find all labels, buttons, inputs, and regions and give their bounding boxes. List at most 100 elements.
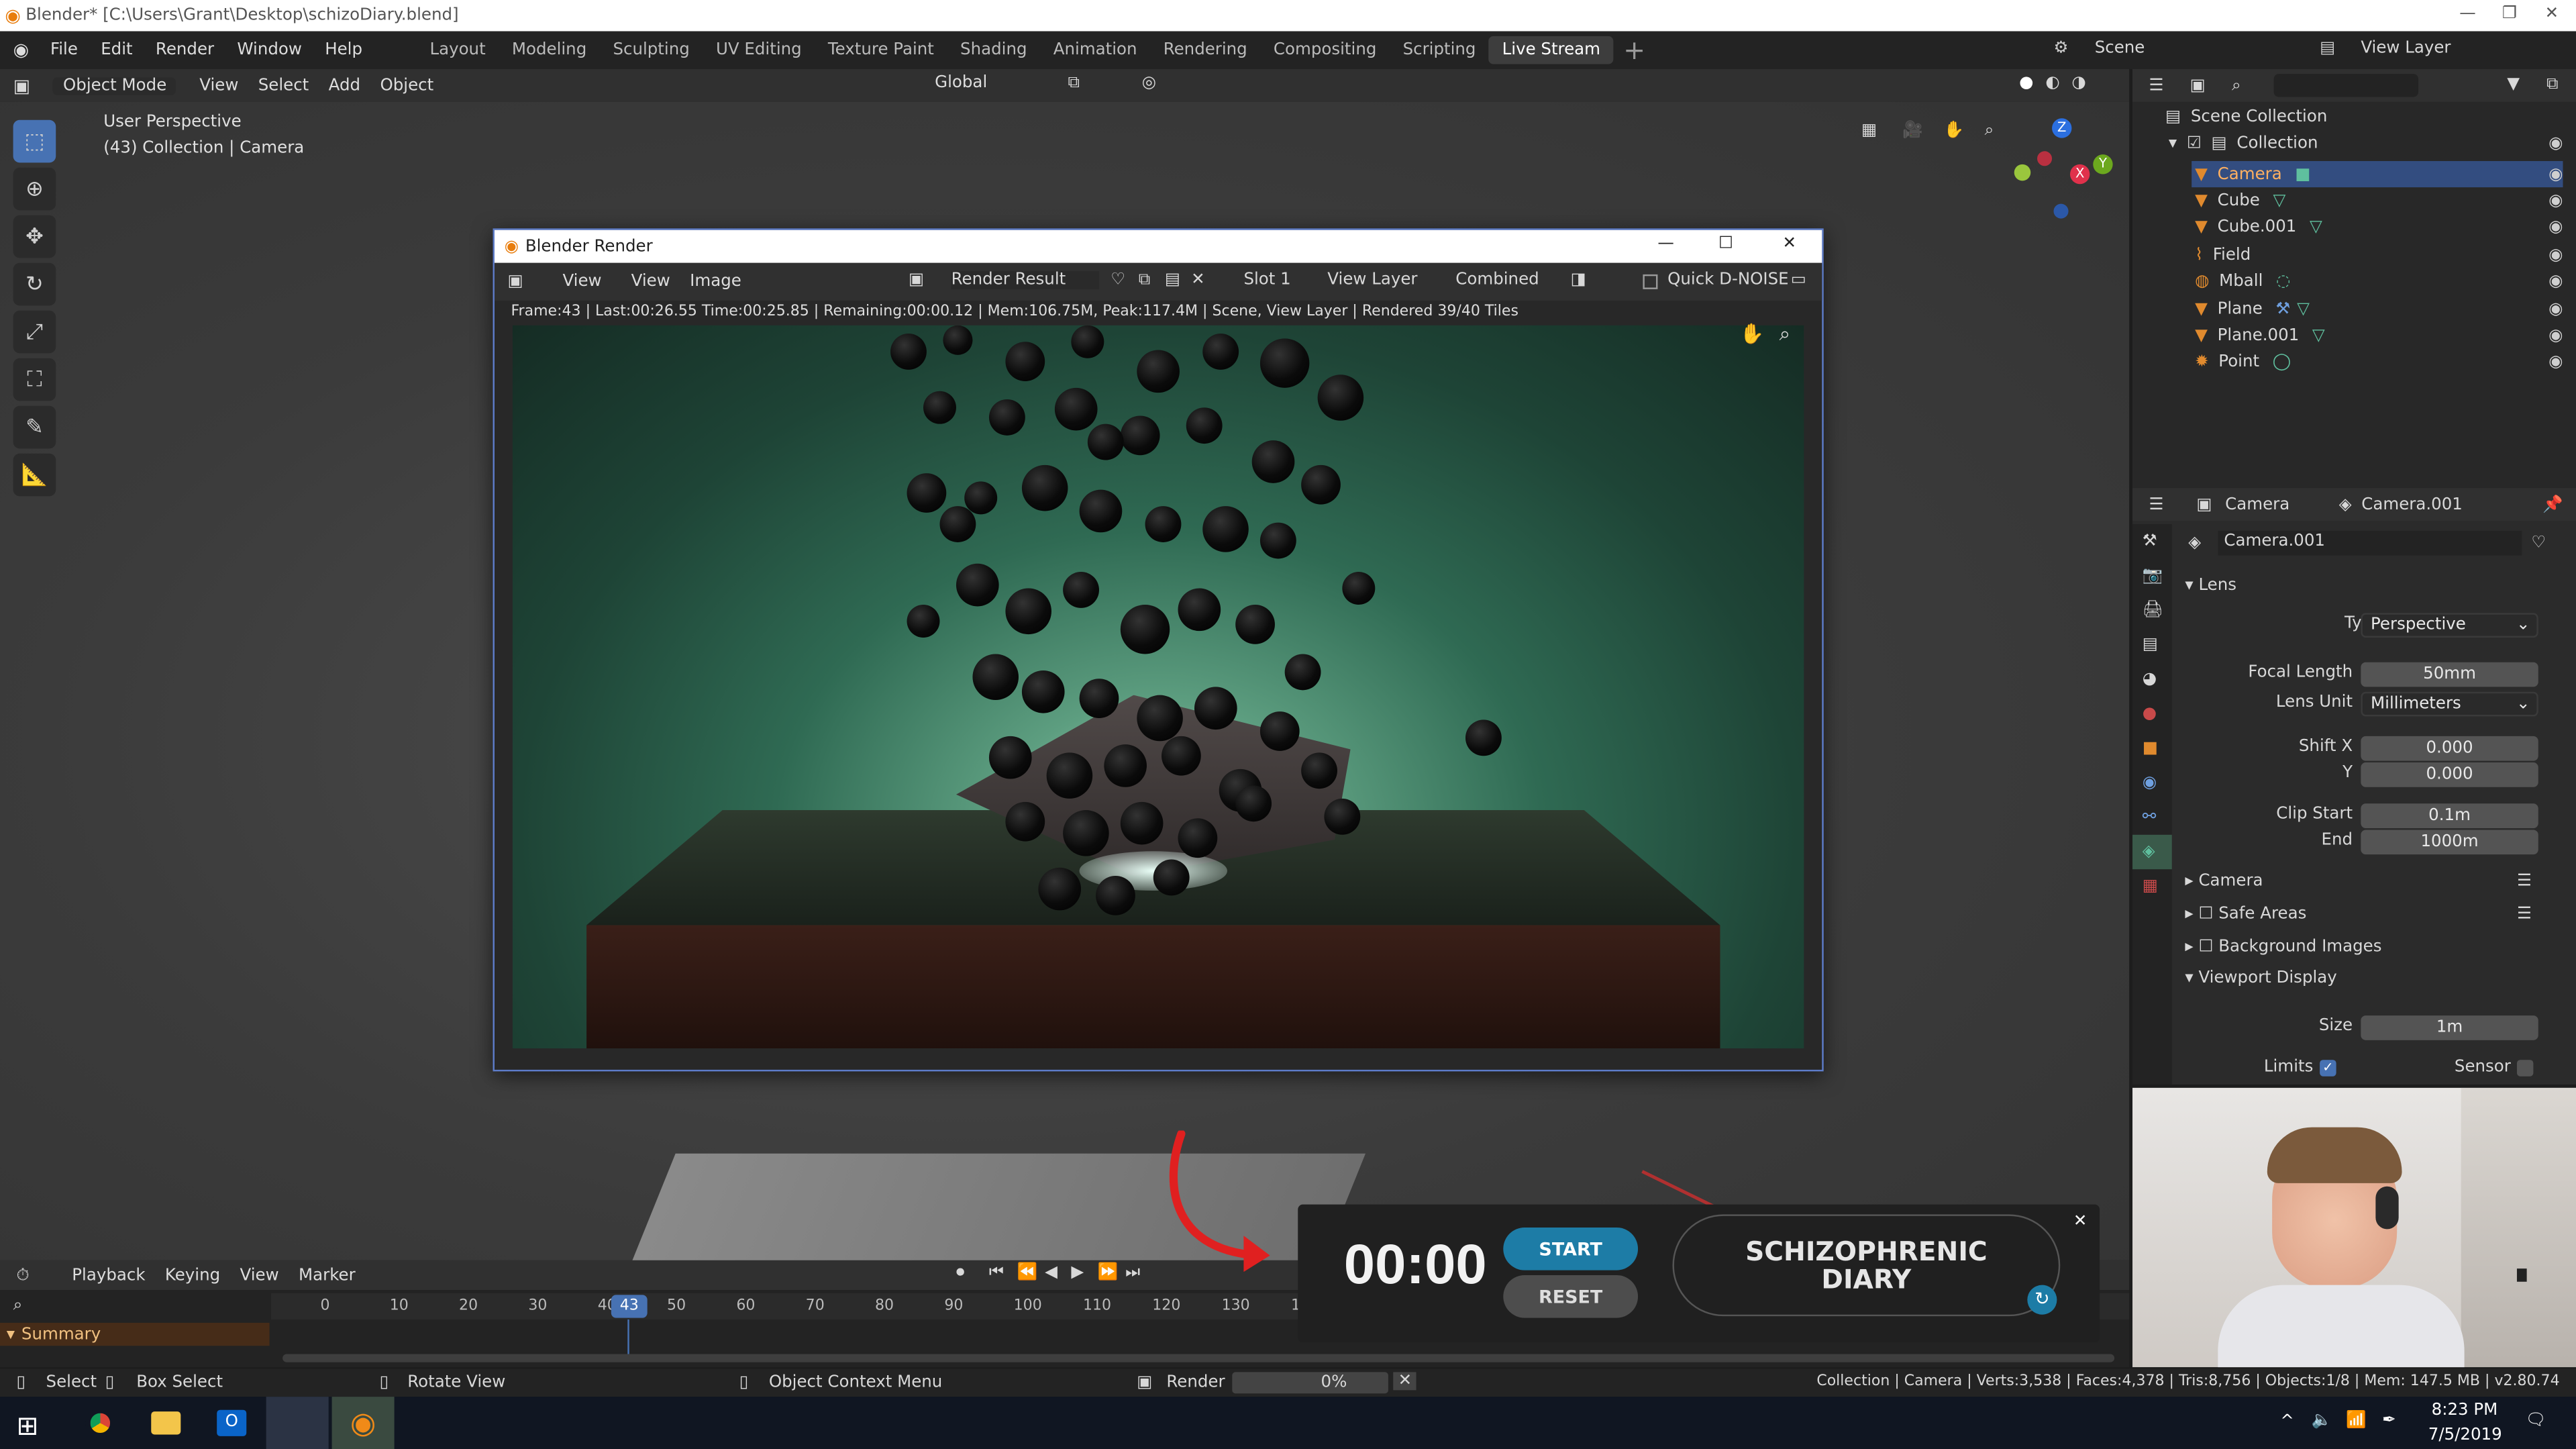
transform-tool-icon[interactable]: ⛶ [13,358,56,401]
clip-end-field[interactable]: 1000m [2361,830,2538,855]
timeline-search-icon[interactable]: ⌕ [13,1297,23,1315]
chrome-icon[interactable] [85,1408,115,1438]
visibility-eye-icon[interactable]: ◉ [2548,354,2563,372]
camera-view-icon[interactable]: 🎥 [1902,121,1922,140]
checkbox-icon[interactable]: ☐ [2198,905,2218,923]
pan-hand-icon[interactable]: ✋ [1943,121,1963,140]
view-layer-name[interactable]: View Layer [2361,40,2451,58]
visibility-eye-icon[interactable]: ◉ [2548,300,2563,318]
grid-toggle-icon[interactable]: ▦ [1861,121,1877,140]
tab-sculpting[interactable]: Sculpting [600,41,703,59]
summary-channel[interactable]: ▾ Summary [0,1322,270,1346]
windows-start-icon[interactable]: ⊞ [16,1410,38,1442]
visibility-eye-icon[interactable]: ◉ [2548,327,2563,345]
pen-icon[interactable]: ✒ [2382,1411,2396,1430]
timeline-scrollbar[interactable] [282,1354,2115,1362]
refresh-icon[interactable]: ↻ [2027,1285,2057,1315]
render-pan-icon[interactable]: ✋ [1740,322,1765,345]
open-image-icon[interactable]: ▤ [1165,271,1180,289]
transform-orientation-dropdown[interactable]: Global [925,74,997,92]
editor-type-icon[interactable]: ▣ [495,272,533,291]
menu-help[interactable]: Help [313,41,374,59]
collection-row[interactable]: ▾ ☑ ▤ Collection ◉ [2169,135,2563,153]
outliner-item-camera[interactable]: ▼ Camera ■ ◉ [2192,160,2563,189]
layer-dropdown[interactable]: View Layer [1327,271,1417,289]
select-box-tool-icon[interactable]: ⬚ [13,119,56,163]
fake-user-icon[interactable]: ♡ [2531,534,2546,552]
measure-tool-icon[interactable]: 📐 [13,453,56,497]
play-icon[interactable]: ▶ [1071,1264,1084,1282]
visibility-eye-icon[interactable]: ◉ [2548,193,2563,211]
current-frame-indicator[interactable]: 43 [611,1295,648,1318]
jump-end-icon[interactable]: ⏭ [1125,1264,1140,1282]
checkbox-icon[interactable]: ☐ [2198,938,2218,956]
volume-icon[interactable]: 🔈 [2312,1411,2332,1430]
output-tab-icon[interactable]: 🖨 [2132,593,2172,628]
gizmo-z-icon[interactable]: Z [2052,118,2072,138]
gizmo-neg-x-icon[interactable] [2037,151,2053,166]
new-collection-icon[interactable]: ⧉ [2546,76,2558,94]
gizmo-neg-y-icon[interactable] [2014,164,2031,181]
scene-icon[interactable]: ⚙ [2054,40,2069,58]
limits-checkbox[interactable]: ✓ [2320,1060,2336,1077]
outliner-item-mball[interactable]: ◍ Mball ◌ ◉ [2192,268,2563,295]
outliner-item-plane-001[interactable]: ▼ Plane.001 ▽ ◉ [2192,323,2563,350]
notification-icon[interactable]: 🗨 [2525,1411,2546,1430]
overlay-close-icon[interactable]: ✕ [2073,1213,2088,1231]
object-mode-dropdown[interactable]: Object Mode [53,76,176,95]
shift-x-field[interactable]: 0.000 [2361,736,2538,761]
camera-data-tab-icon[interactable]: ◈ [2132,834,2172,870]
tab-rendering[interactable]: Rendering [1150,41,1260,59]
tab-uv-editing[interactable]: UV Editing [703,41,815,59]
pin-icon[interactable]: 📌 [2542,495,2576,513]
presets-list-icon[interactable]: ☰ [2517,905,2532,923]
tab-animation[interactable]: Animation [1040,41,1150,59]
outliner-item-plane[interactable]: ▼ Plane ⚒ ▽ ◉ [2192,296,2563,323]
minimize-button[interactable]: — [2459,5,2475,23]
menu-render[interactable]: Render [144,41,225,59]
fake-user-icon[interactable]: ♡ [1111,271,1125,289]
lens-type-dropdown[interactable]: Perspective ⌄ [2361,613,2538,638]
visibility-eye-icon[interactable]: ◉ [2548,246,2563,264]
camera-data-icon[interactable]: ◈ [2181,534,2207,552]
zoom-icon[interactable]: ⌕ [1985,121,1994,140]
gizmo-neg-z-icon[interactable] [2053,203,2069,219]
tab-layout[interactable]: Layout [417,41,499,59]
image-menu[interactable]: Image [680,272,751,291]
view-menu[interactable]: View [230,1266,289,1284]
focal-length-field[interactable]: 50mm [2361,662,2538,687]
shading-rendered-icon[interactable]: ◑ [2071,74,2085,92]
outliner-item-cube[interactable]: ▼ Cube ▽ ◉ [2192,188,2563,215]
shading-material-icon[interactable]: ◐ [2045,74,2059,92]
visibility-eye-icon[interactable]: ◉ [2548,273,2563,291]
visibility-eye-icon[interactable]: ◉ [2548,219,2563,238]
rotate-tool-icon[interactable]: ↻ [13,262,56,306]
world-tab-icon[interactable]: ● [2132,697,2172,731]
scale-tool-icon[interactable]: ⤢ [13,310,56,354]
tray-chevron-icon[interactable]: ^ [2280,1413,2294,1432]
app-icon[interactable] [266,1397,329,1449]
view-filter-icon[interactable]: ▣ [2163,77,2206,95]
next-key-icon[interactable]: ⏩ [1098,1264,1118,1282]
menu-edit[interactable]: Edit [89,41,144,59]
view-menu[interactable]: View [621,272,680,291]
gizmo-x-icon[interactable]: X [2069,164,2090,185]
clip-start-field[interactable]: 0.1m [2361,803,2538,828]
keying-menu[interactable]: Keying [155,1266,230,1284]
image-name-field[interactable]: Render Result [951,270,1099,289]
tab-texture-paint[interactable]: Texture Paint [815,41,947,59]
lens-panel-header[interactable]: ▾ Lens [2185,577,2236,595]
physics-tab-icon[interactable]: ◉ [2132,766,2172,800]
file-explorer-icon[interactable] [151,1411,181,1435]
taskbar-time[interactable]: 8:23 PM [2432,1401,2498,1419]
camera-panel-header[interactable]: ▸ Camera [2185,872,2263,891]
marker-menu[interactable]: Marker [289,1266,365,1284]
shift-y-field[interactable]: 0.000 [2361,762,2538,787]
blender-taskbar-icon[interactable]: ◉ [331,1397,395,1449]
filter-icon[interactable]: ▼ [2507,76,2520,94]
render-maximize-button[interactable]: ☐ [1718,235,1733,253]
display-channels-icon[interactable]: ◨ [1571,271,1586,289]
tab-scripting[interactable]: Scripting [1390,41,1489,59]
background-images-panel-header[interactable]: ▸ ☐ Background Images [2185,938,2381,956]
tab-compositing[interactable]: Compositing [1260,41,1390,59]
